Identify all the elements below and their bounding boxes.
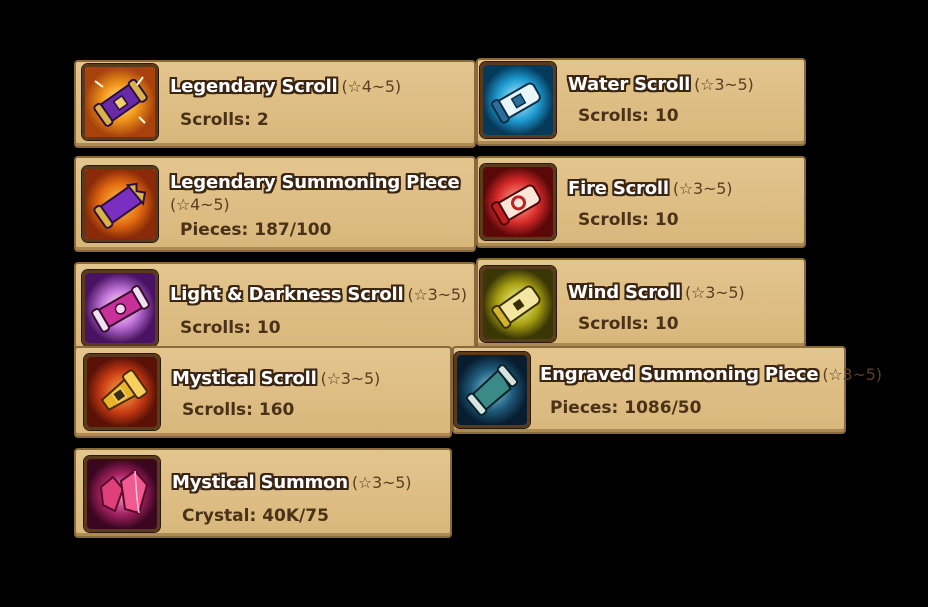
item-title: Engraved Summoning Piece (☆3~5) — [540, 364, 882, 385]
purple-scroll-piece-icon — [82, 166, 158, 242]
item-card-legendary-summoning-piece[interactable]: Legendary Summoning Piece (☆4~5) Pieces: … — [74, 156, 476, 252]
item-count: Pieces: 1086/50 — [550, 398, 702, 418]
item-title: Wind Scroll (☆3~5) — [568, 282, 745, 303]
item-title: Legendary Scroll (☆4~5) — [170, 76, 401, 97]
item-count: Scrolls: 160 — [182, 400, 295, 420]
item-count: Scrolls: 10 — [578, 106, 679, 126]
item-card-light-darkness-scroll[interactable]: Light & Darkness Scroll (☆3~5) Scrolls: 1… — [74, 262, 476, 352]
item-title: Fire Scroll (☆3~5) — [568, 178, 733, 199]
engraved-piece-icon — [454, 352, 530, 428]
item-card-mystical-scroll[interactable]: Mystical Scroll (☆3~5) Scrolls: 160 — [74, 346, 452, 438]
item-count: Scrolls: 10 — [578, 314, 679, 334]
water-scroll-icon — [480, 62, 556, 138]
item-card-engraved-summoning-piece[interactable]: Engraved Summoning Piece (☆3~5) Pieces: 1… — [452, 346, 882, 434]
item-count: Pieces: 187/100 — [180, 220, 332, 240]
purple-scroll-icon — [82, 64, 158, 140]
fire-scroll-icon — [480, 164, 556, 240]
item-count: Scrolls: 10 — [180, 318, 281, 338]
light-dark-scroll-icon — [82, 270, 158, 346]
item-title: Mystical Summon (☆3~5) — [172, 472, 412, 493]
item-card-fire-scroll[interactable]: Fire Scroll (☆3~5) Scrolls: 10 — [476, 156, 806, 248]
item-title: Mystical Scroll (☆3~5) — [172, 368, 381, 389]
item-title: Legendary Summoning Piece (☆4~5) — [170, 172, 460, 214]
item-card-mystical-summon[interactable]: Mystical Summon (☆3~5) Crystal: 40K/75 — [74, 448, 452, 538]
item-title: Light & Darkness Scroll (☆3~5) — [170, 284, 467, 305]
item-title: Water Scroll (☆3~5) — [568, 74, 754, 95]
item-count: Crystal: 40K/75 — [182, 506, 329, 526]
item-count: Scrolls: 10 — [578, 210, 679, 230]
crystal-icon — [84, 456, 160, 532]
item-card-water-scroll[interactable]: Water Scroll (☆3~5) Scrolls: 10 — [476, 58, 806, 146]
wind-scroll-icon — [480, 266, 556, 342]
item-card-legendary-scroll[interactable]: Legendary Scroll (☆4~5) Scrolls: 2 — [74, 60, 476, 148]
item-card-wind-scroll[interactable]: Wind Scroll (☆3~5) Scrolls: 10 — [476, 258, 806, 348]
gold-scroll-icon — [84, 354, 160, 430]
item-count: Scrolls: 2 — [180, 110, 269, 130]
